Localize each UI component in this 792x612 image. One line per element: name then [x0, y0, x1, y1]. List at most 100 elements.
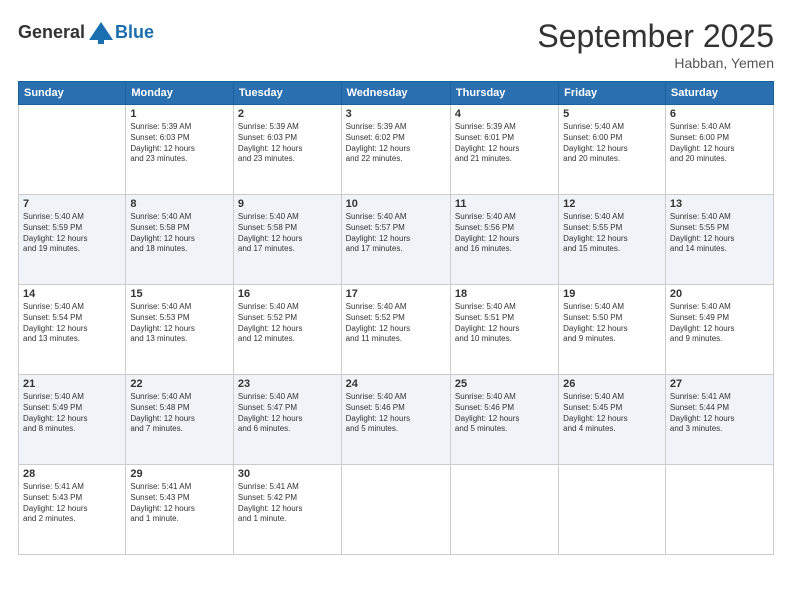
cell-info: Sunrise: 5:40 AM Sunset: 6:00 PM Dayligh…: [670, 122, 769, 165]
day-number: 1: [130, 108, 229, 120]
header: General Blue September 2025 Habban, Yeme…: [18, 18, 774, 71]
logo-icon: [87, 18, 115, 46]
page: General Blue September 2025 Habban, Yeme…: [0, 0, 792, 612]
table-row: 9 Sunrise: 5:40 AM Sunset: 5:58 PM Daylig…: [233, 195, 341, 285]
cell-info: Sunrise: 5:40 AM Sunset: 5:49 PM Dayligh…: [23, 392, 121, 435]
table-row: [450, 465, 558, 555]
table-row: 23 Sunrise: 5:40 AM Sunset: 5:47 PM Dayli…: [233, 375, 341, 465]
table-row: 27 Sunrise: 5:41 AM Sunset: 5:44 PM Dayli…: [665, 375, 773, 465]
table-row: 26Sunrise: 5:40 AM Sunset: 5:45 PM Dayli…: [559, 375, 666, 465]
cell-info: Sunrise: 5:39 AM Sunset: 6:01 PM Dayligh…: [455, 122, 554, 165]
table-row: 8 Sunrise: 5:40 AM Sunset: 5:58 PM Daylig…: [126, 195, 234, 285]
day-number: 20: [670, 288, 769, 300]
table-row: 18 Sunrise: 5:40 AM Sunset: 5:51 PM Dayli…: [450, 285, 558, 375]
table-row: 13 Sunrise: 5:40 AM Sunset: 5:55 PM Dayli…: [665, 195, 773, 285]
cell-info: Sunrise: 5:41 AM Sunset: 5:44 PM Dayligh…: [670, 392, 769, 435]
cell-info: Sunrise: 5:39 AM Sunset: 6:03 PM Dayligh…: [130, 122, 229, 165]
cell-info: Sunrise: 5:40 AM Sunset: 5:58 PM Dayligh…: [130, 212, 229, 255]
cell-info: Sunrise: 5:40 AM Sunset: 5:49 PM Dayligh…: [670, 302, 769, 345]
cell-info: Sunrise: 5:40 AM Sunset: 5:51 PM Dayligh…: [455, 302, 554, 345]
cell-info: Sunrise: 5:40 AM Sunset: 5:56 PM Dayligh…: [455, 212, 554, 255]
table-row: 21 Sunrise: 5:40 AM Sunset: 5:49 PM Dayli…: [19, 375, 126, 465]
table-row: 15 Sunrise: 5:40 AM Sunset: 5:53 PM Dayli…: [126, 285, 234, 375]
day-number: 27: [670, 378, 769, 390]
table-row: 4 Sunrise: 5:39 AM Sunset: 6:01 PM Daylig…: [450, 105, 558, 195]
cell-info: Sunrise: 5:40 AM Sunset: 6:00 PM Dayligh…: [563, 122, 661, 165]
day-number: 19: [563, 288, 661, 300]
day-number: 9: [238, 198, 337, 210]
table-row: 6 Sunrise: 5:40 AM Sunset: 6:00 PM Daylig…: [665, 105, 773, 195]
cell-info: Sunrise: 5:40 AM Sunset: 5:55 PM Dayligh…: [563, 212, 661, 255]
day-number: 18: [455, 288, 554, 300]
table-row: 10 Sunrise: 5:40 AM Sunset: 5:57 PM Dayli…: [341, 195, 450, 285]
logo-blue-text: Blue: [115, 22, 154, 43]
cell-info: Sunrise: 5:40 AM Sunset: 5:57 PM Dayligh…: [346, 212, 446, 255]
day-number: 12: [563, 198, 661, 210]
table-row: [559, 465, 666, 555]
table-row: 19Sunrise: 5:40 AM Sunset: 5:50 PM Dayli…: [559, 285, 666, 375]
day-number: 14: [23, 288, 121, 300]
col-monday: Monday: [126, 82, 234, 105]
col-saturday: Saturday: [665, 82, 773, 105]
cell-info: Sunrise: 5:40 AM Sunset: 5:58 PM Dayligh…: [238, 212, 337, 255]
table-row: 12 Sunrise: 5:40 AM Sunset: 5:55 PM Dayli…: [559, 195, 666, 285]
table-row: 17 Sunrise: 5:40 AM Sunset: 5:52 PM Dayli…: [341, 285, 450, 375]
day-number: 11: [455, 198, 554, 210]
cell-info: Sunrise: 5:41 AM Sunset: 5:43 PM Dayligh…: [23, 482, 121, 525]
calendar-week-row: 1 Sunrise: 5:39 AM Sunset: 6:03 PM Daylig…: [19, 105, 774, 195]
table-row: 30 Sunrise: 5:41 AM Sunset: 5:42 PM Dayli…: [233, 465, 341, 555]
col-thursday: Thursday: [450, 82, 558, 105]
location: Habban, Yemen: [537, 55, 774, 71]
day-number: 17: [346, 288, 446, 300]
cell-info: Sunrise: 5:41 AM Sunset: 5:43 PM Dayligh…: [130, 482, 229, 525]
table-row: 2Sunrise: 5:39 AM Sunset: 6:03 PM Daylig…: [233, 105, 341, 195]
day-number: 5: [563, 108, 661, 120]
logo: General Blue: [18, 18, 154, 46]
day-number: 8: [130, 198, 229, 210]
cell-info: Sunrise: 5:40 AM Sunset: 5:46 PM Dayligh…: [455, 392, 554, 435]
cell-info: Sunrise: 5:40 AM Sunset: 5:52 PM Dayligh…: [346, 302, 446, 345]
day-number: 13: [670, 198, 769, 210]
day-number: 7: [23, 198, 121, 210]
day-number: 22: [130, 378, 229, 390]
day-number: 4: [455, 108, 554, 120]
calendar-week-row: 14 Sunrise: 5:40 AM Sunset: 5:54 PM Dayli…: [19, 285, 774, 375]
table-row: 20 Sunrise: 5:40 AM Sunset: 5:49 PM Dayli…: [665, 285, 773, 375]
calendar-week-row: 28 Sunrise: 5:41 AM Sunset: 5:43 PM Dayli…: [19, 465, 774, 555]
cell-info: Sunrise: 5:39 AM Sunset: 6:03 PM Dayligh…: [238, 122, 337, 165]
day-number: 3: [346, 108, 446, 120]
table-row: [19, 105, 126, 195]
day-number: 23: [238, 378, 337, 390]
cell-info: Sunrise: 5:40 AM Sunset: 5:48 PM Dayligh…: [130, 392, 229, 435]
cell-info: Sunrise: 5:41 AM Sunset: 5:42 PM Dayligh…: [238, 482, 337, 525]
day-number: 10: [346, 198, 446, 210]
logo-general-text: General: [18, 22, 85, 43]
day-number: 30: [238, 468, 337, 480]
day-number: 21: [23, 378, 121, 390]
table-row: [665, 465, 773, 555]
table-row: 11 Sunrise: 5:40 AM Sunset: 5:56 PM Dayli…: [450, 195, 558, 285]
col-wednesday: Wednesday: [341, 82, 450, 105]
month-title: September 2025: [537, 18, 774, 55]
cell-info: Sunrise: 5:39 AM Sunset: 6:02 PM Dayligh…: [346, 122, 446, 165]
calendar-week-row: 21 Sunrise: 5:40 AM Sunset: 5:49 PM Dayli…: [19, 375, 774, 465]
day-number: 28: [23, 468, 121, 480]
table-row: 14 Sunrise: 5:40 AM Sunset: 5:54 PM Dayli…: [19, 285, 126, 375]
day-number: 29: [130, 468, 229, 480]
cell-info: Sunrise: 5:40 AM Sunset: 5:47 PM Dayligh…: [238, 392, 337, 435]
cell-info: Sunrise: 5:40 AM Sunset: 5:54 PM Dayligh…: [23, 302, 121, 345]
day-number: 6: [670, 108, 769, 120]
table-row: [341, 465, 450, 555]
cell-info: Sunrise: 5:40 AM Sunset: 5:55 PM Dayligh…: [670, 212, 769, 255]
calendar-week-row: 7 Sunrise: 5:40 AM Sunset: 5:59 PM Daylig…: [19, 195, 774, 285]
day-number: 26: [563, 378, 661, 390]
cell-info: Sunrise: 5:40 AM Sunset: 5:52 PM Dayligh…: [238, 302, 337, 345]
table-row: 29 Sunrise: 5:41 AM Sunset: 5:43 PM Dayli…: [126, 465, 234, 555]
cell-info: Sunrise: 5:40 AM Sunset: 5:59 PM Dayligh…: [23, 212, 121, 255]
day-number: 24: [346, 378, 446, 390]
table-row: 16Sunrise: 5:40 AM Sunset: 5:52 PM Dayli…: [233, 285, 341, 375]
cell-info: Sunrise: 5:40 AM Sunset: 5:53 PM Dayligh…: [130, 302, 229, 345]
day-number: 15: [130, 288, 229, 300]
calendar-table: Sunday Monday Tuesday Wednesday Thursday…: [18, 81, 774, 555]
table-row: 25Sunrise: 5:40 AM Sunset: 5:46 PM Dayli…: [450, 375, 558, 465]
